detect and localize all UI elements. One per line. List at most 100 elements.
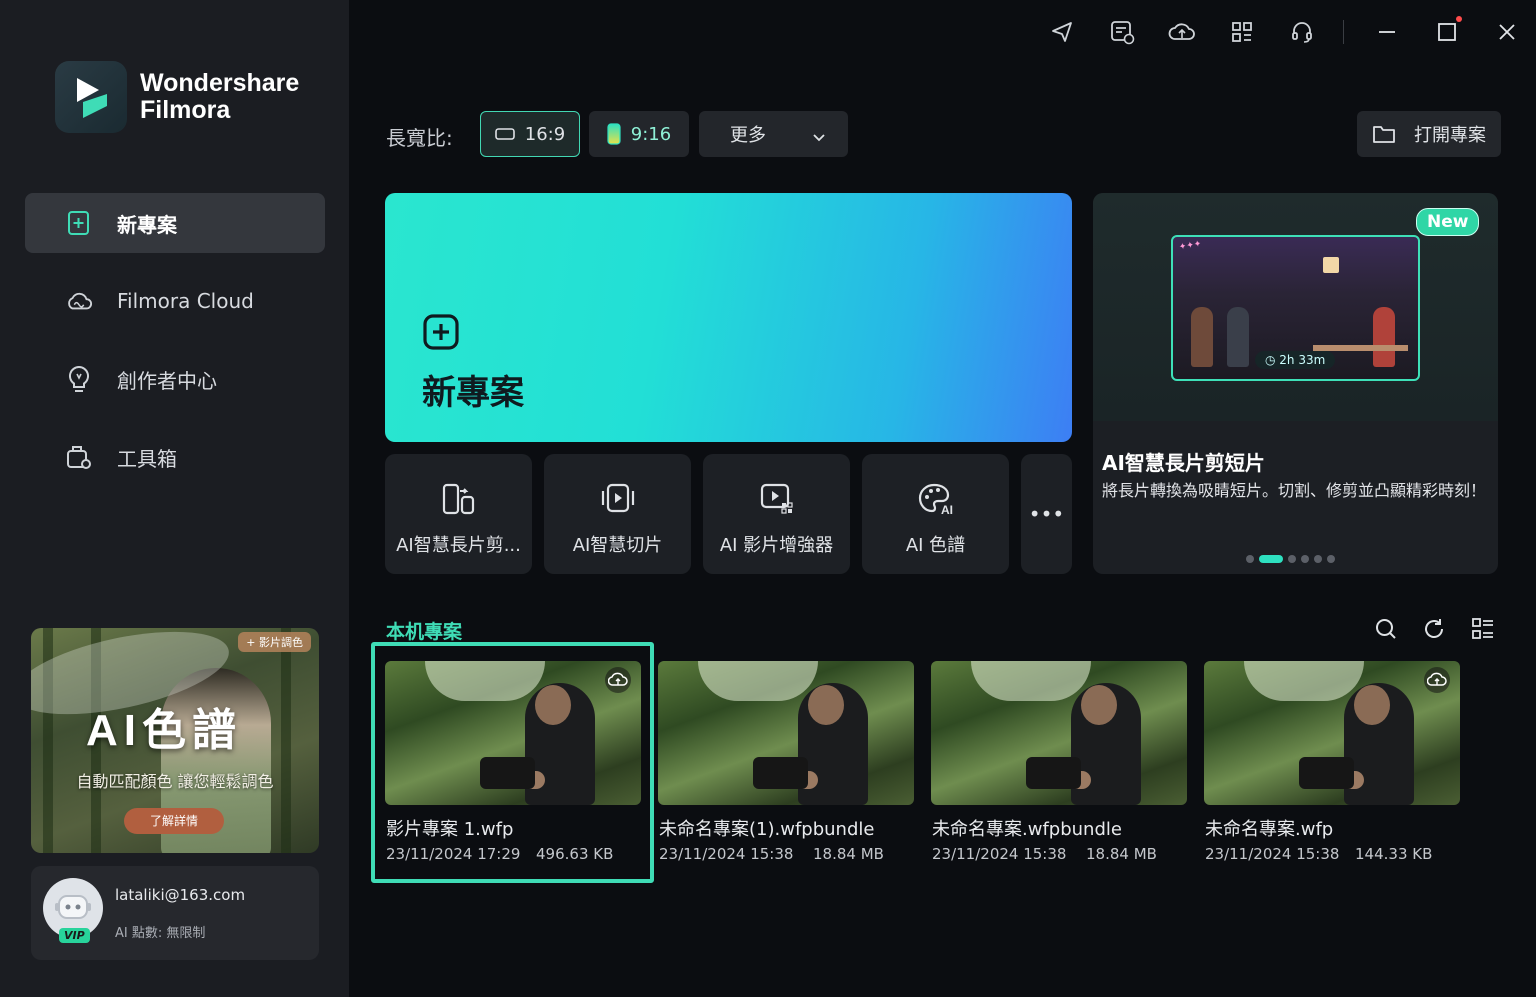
carousel-dots xyxy=(1246,555,1335,563)
thumb-camera xyxy=(1299,757,1354,789)
podcast-person xyxy=(1227,307,1249,367)
send-feedback-icon[interactable] xyxy=(1048,18,1076,46)
landscape-icon xyxy=(494,128,515,140)
feature-carousel[interactable]: New ✦✦✦ ◷ 2h 33m AI智慧長片剪短片 將長片轉換為吸睛短片。切割… xyxy=(1093,193,1498,574)
brand-line-2: Filmora xyxy=(140,96,231,124)
promo-banner[interactable]: + 影片調色 AI色譜 自動匹配顏色 讓您輕鬆調色 了解詳情 xyxy=(31,628,319,853)
sidebar-item-creator-hub[interactable]: 創作者中心 xyxy=(25,349,325,409)
brand-line-1: Wondershare xyxy=(140,69,300,97)
project-size: 496.63 KB xyxy=(536,845,614,863)
tool-label: AI智慧切片 xyxy=(572,535,663,556)
thumb-sky xyxy=(971,661,1091,701)
thumb-sky xyxy=(425,661,545,701)
close-icon[interactable] xyxy=(1493,18,1521,46)
thumb-sky xyxy=(1244,661,1364,701)
account-panel[interactable]: VIP lataliki@163.com AI 點數: 無限制 xyxy=(31,866,319,960)
support-headset-icon[interactable] xyxy=(1288,18,1316,46)
aspect-9-16-button[interactable]: 9:16 xyxy=(589,111,689,157)
more-tools-button[interactable]: ••• xyxy=(1021,454,1072,574)
sidebar: Wondershare Filmora 新專案 Filmora Cloud 創作… xyxy=(0,0,349,997)
project-date: 23/11/2024 15:38 xyxy=(1205,845,1340,863)
task-list-icon[interactable] xyxy=(1108,18,1136,46)
carousel-dot[interactable] xyxy=(1314,555,1322,563)
promo-learn-more-button[interactable]: 了解詳情 xyxy=(124,808,224,834)
project-card[interactable]: 未命名專案.wfpbundle 23/11/2024 15:38 18.84 M… xyxy=(931,661,1187,863)
project-thumbnail xyxy=(1204,661,1460,805)
feature-thumbnail[interactable]: ✦✦✦ ◷ 2h 33m xyxy=(1171,235,1420,381)
carousel-dot[interactable] xyxy=(1327,555,1335,563)
list-view-icon[interactable] xyxy=(1470,616,1496,642)
aspect-16-9-button[interactable]: 16:9 xyxy=(480,111,580,157)
local-projects-title: 本机專案 xyxy=(386,621,463,643)
project-name: 未命名專案.wfp xyxy=(1205,819,1334,840)
new-project-hero-label: 新專案 xyxy=(422,373,524,413)
thumb-head xyxy=(808,685,844,725)
brand-name: Wondershare Filmora xyxy=(140,70,299,124)
tool-ai-long-to-short[interactable]: AI智慧長片剪... xyxy=(385,454,532,574)
sidebar-item-label: 工具箱 xyxy=(117,446,177,471)
ai-smart-cut-icon xyxy=(544,482,691,514)
project-thumbnail xyxy=(931,661,1187,805)
aspect-more-dropdown[interactable]: 更多 xyxy=(699,111,848,157)
aspect-ratio-label: 長寬比: xyxy=(386,126,453,150)
ai-points: AI 點數: 無限制 xyxy=(115,926,206,941)
lamp xyxy=(1323,257,1339,273)
sidebar-item-label: Filmora Cloud xyxy=(117,289,254,313)
ai-video-enhancer-icon xyxy=(703,482,850,516)
project-name: 影片專案 1.wfp xyxy=(386,819,514,840)
refresh-icon[interactable] xyxy=(1421,616,1447,642)
tool-ai-video-enhancer[interactable]: AI 影片增強器 xyxy=(703,454,850,574)
ai-palette-icon: AI xyxy=(862,482,1009,516)
cloud-upload-icon[interactable] xyxy=(1424,667,1450,693)
thumb-camera xyxy=(753,757,808,789)
project-card[interactable]: 未命名專案(1).wfpbundle 23/11/2024 15:38 18.8… xyxy=(658,661,914,863)
tool-ai-palette[interactable]: AI AI 色譜 xyxy=(862,454,1009,574)
promo-bamboo xyxy=(281,628,291,853)
carousel-dot[interactable] xyxy=(1259,555,1283,563)
thumb-head xyxy=(535,685,571,725)
open-project-button[interactable]: 打開專案 xyxy=(1357,111,1501,157)
neon-sign: ✦✦✦ xyxy=(1178,239,1203,253)
open-project-label: 打開專案 xyxy=(1414,125,1486,146)
project-date: 23/11/2024 15:38 xyxy=(659,845,794,863)
project-date: 23/11/2024 15:38 xyxy=(932,845,1067,863)
thumb-camera xyxy=(480,757,535,789)
sidebar-item-new-project[interactable]: 新專案 xyxy=(25,193,325,253)
new-project-icon xyxy=(65,209,93,237)
project-card[interactable]: 影片專案 1.wfp 23/11/2024 17:29 496.63 KB xyxy=(385,661,641,863)
bulb-icon xyxy=(65,365,93,393)
project-name: 未命名專案(1).wfpbundle xyxy=(659,819,875,840)
duration-badge: ◷ 2h 33m xyxy=(1255,351,1336,369)
cloud-sync-icon[interactable] xyxy=(1168,18,1196,46)
tool-ai-smart-cut[interactable]: AI智慧切片 xyxy=(544,454,691,574)
maximize-icon[interactable] xyxy=(1433,18,1461,46)
apps-grid-icon[interactable] xyxy=(1228,18,1256,46)
thumb-camera xyxy=(1026,757,1081,789)
vip-badge: VIP xyxy=(59,928,90,943)
toolbox-icon xyxy=(65,443,93,471)
cloud-upload-icon[interactable] xyxy=(605,667,631,693)
sidebar-item-label: 創作者中心 xyxy=(117,368,217,393)
aspect-16-9-label: 16:9 xyxy=(524,123,566,145)
carousel-dot[interactable] xyxy=(1246,555,1254,563)
project-size: 18.84 MB xyxy=(813,845,884,863)
search-icon[interactable] xyxy=(1373,616,1399,642)
clock-icon: ◷ xyxy=(1265,353,1280,367)
carousel-dot[interactable] xyxy=(1288,555,1296,563)
sidebar-item-filmora-cloud[interactable]: Filmora Cloud xyxy=(25,271,325,331)
promo-tag: + 影片調色 xyxy=(238,632,311,652)
new-project-hero[interactable]: 新專案 xyxy=(385,193,1072,442)
minimize-icon[interactable] xyxy=(1373,18,1401,46)
project-name: 未命名專案.wfpbundle xyxy=(932,819,1122,840)
sidebar-item-toolbox[interactable]: 工具箱 xyxy=(25,427,325,487)
carousel-dot[interactable] xyxy=(1301,555,1309,563)
feature-title: AI智慧長片剪短片 xyxy=(1102,451,1265,475)
cloud-icon xyxy=(65,287,93,315)
thumb-head xyxy=(1081,685,1117,725)
plus-square-icon xyxy=(422,313,460,355)
project-size: 144.33 KB xyxy=(1355,845,1433,863)
thumb-sky xyxy=(698,661,818,701)
project-size: 18.84 MB xyxy=(1086,845,1157,863)
project-card[interactable]: 未命名專案.wfp 23/11/2024 15:38 144.33 KB xyxy=(1204,661,1460,863)
topbar-divider xyxy=(1343,20,1344,44)
